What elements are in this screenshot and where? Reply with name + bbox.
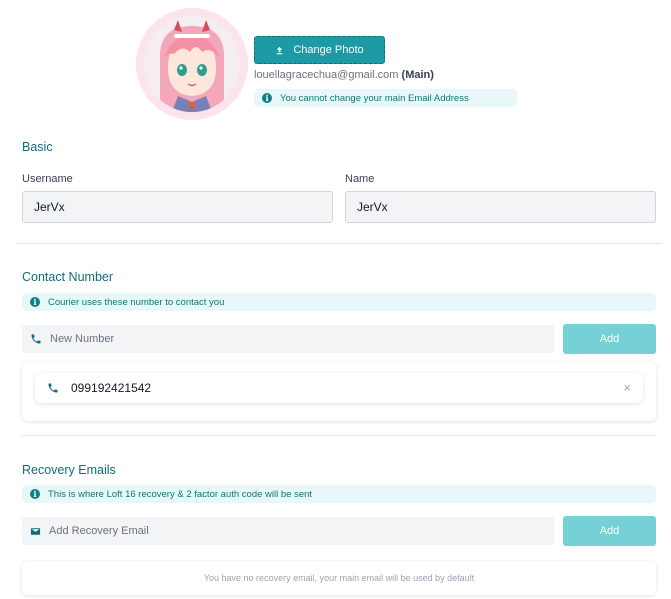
username-input[interactable]: JerVx	[22, 191, 333, 223]
main-email-line: louellagracechua@gmail.com (Main)	[254, 69, 434, 81]
contact-section-title: Contact Number	[22, 270, 114, 284]
recovery-notice-text: This is where Loft 16 recovery & 2 facto…	[48, 488, 313, 500]
upload-icon	[277, 46, 283, 54]
phone-icon	[31, 334, 41, 344]
phone-icon	[48, 383, 58, 393]
main-email-tag: (Main)	[401, 69, 434, 81]
basic-section-title: Basic	[22, 140, 53, 154]
mail-icon	[30, 527, 41, 535]
recovery-empty-message: You have no recovery email, your main em…	[203, 573, 475, 583]
recovery-email-input[interactable]: Add Recovery Email	[22, 517, 554, 545]
recovery-notice: i This is where Loft 16 recovery & 2 fac…	[22, 485, 656, 503]
change-photo-button[interactable]: Change Photo	[254, 36, 385, 64]
recovery-email-placeholder: Add Recovery Email	[49, 525, 149, 537]
change-photo-label: Change Photo	[293, 44, 364, 56]
info-icon: i	[30, 297, 40, 307]
username-label: Username	[22, 173, 73, 185]
info-icon: i	[30, 489, 40, 499]
contact-notice-text: Courier uses these number to contact you	[48, 296, 225, 308]
main-email-notice: i You cannot change your main Email Addr…	[254, 89, 517, 107]
remove-number-icon[interactable]: ×	[623, 380, 631, 395]
number-item: 099192421542 ×	[35, 373, 643, 403]
section-divider	[16, 243, 662, 244]
new-number-placeholder: New Number	[50, 333, 115, 345]
avatar-illustration	[144, 16, 240, 112]
section-divider	[22, 435, 656, 436]
main-email-notice-text: You cannot change your main Email Addres…	[280, 92, 469, 104]
add-number-button[interactable]: Add	[563, 324, 656, 354]
avatar	[144, 16, 240, 112]
recovery-empty-state: You have no recovery email, your main em…	[22, 561, 656, 595]
new-number-input[interactable]: New Number	[22, 325, 554, 353]
name-label: Name	[345, 173, 375, 185]
avatar-frame	[136, 8, 248, 120]
add-recovery-email-button[interactable]: Add	[563, 516, 656, 546]
info-icon: i	[262, 93, 272, 103]
recovery-section-title: Recovery Emails	[22, 463, 116, 477]
main-email: louellagracechua@gmail.com	[254, 69, 399, 81]
name-input[interactable]: JerVx	[345, 191, 656, 223]
contact-notice: i Courier uses these number to contact y…	[22, 293, 656, 311]
number-value: 099192421542	[71, 381, 152, 395]
